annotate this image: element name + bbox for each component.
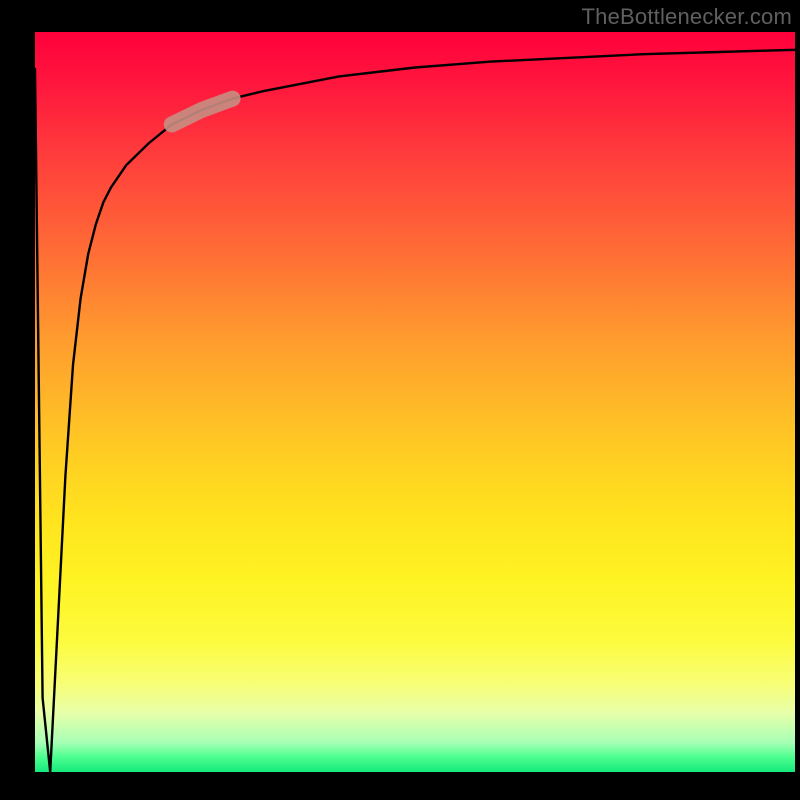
watermark-text: TheBottlenecker.com xyxy=(582,4,792,30)
curve-path xyxy=(35,50,795,772)
chart-frame: TheBottlenecker.com xyxy=(0,0,800,800)
curve-layer xyxy=(35,32,795,772)
highlight-segment xyxy=(172,99,233,125)
plot-area xyxy=(35,32,795,772)
